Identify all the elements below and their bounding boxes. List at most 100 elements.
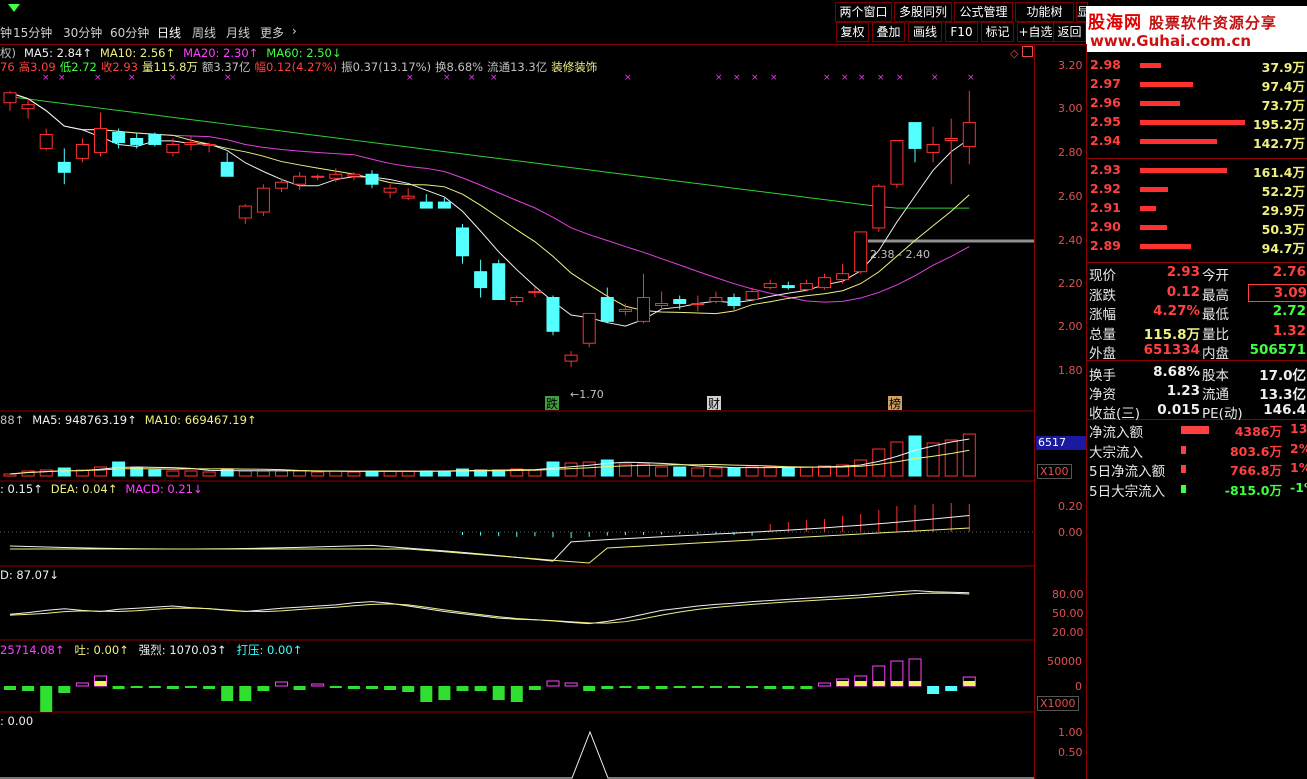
candle-body (329, 173, 343, 179)
ask-volume: 97.4万 (1261, 79, 1305, 94)
stat-value: 17.0亿 (1259, 368, 1306, 384)
signal-axis-label: 1.00 (1058, 726, 1083, 739)
ask-row[interactable]: 2.96 73.7万 (1090, 94, 1307, 113)
flow-bar-strong (872, 681, 885, 686)
ma60-line (9, 96, 970, 209)
candle-body (474, 271, 488, 289)
flow-bar-down (583, 686, 596, 691)
bid-row[interactable]: 2.90 50.3万 (1090, 218, 1307, 237)
timeframe-tab-7[interactable]: 更多 (260, 24, 284, 41)
candle-body (745, 291, 759, 301)
range-annotation: 2.38 - 2.40 (870, 248, 930, 261)
candle-body (437, 201, 451, 209)
flow-bar-down (257, 686, 270, 691)
candle-body (275, 181, 288, 189)
flow-bar-down (112, 686, 125, 689)
flow-bar-down (528, 686, 541, 690)
signal-legend: : 0.00 (0, 714, 41, 728)
flow-bar-down (203, 686, 216, 689)
lg-price-item-3: MA20: 2.30↑ (183, 46, 259, 60)
tool-button-3[interactable]: F10 (945, 22, 978, 42)
flow-bar-down (166, 686, 179, 689)
bid-price: 2.90 (1090, 219, 1121, 234)
stat-label: 涨跌 (1089, 287, 1116, 304)
ask-row[interactable]: 2.97 97.4万 (1090, 75, 1307, 94)
candle-body (799, 283, 813, 291)
stat-value: 506571 (1249, 342, 1306, 358)
timeframe-tab-2[interactable]: 30分钟 (63, 24, 102, 41)
candle-body (854, 231, 868, 273)
price-axis-label: 2.00 (1058, 320, 1083, 333)
tool-button-4[interactable]: 标记 (981, 22, 1014, 42)
stat-label: 股本 (1202, 368, 1229, 384)
flow-label: 大宗流入 (1089, 444, 1143, 461)
flow-bar-down (474, 686, 487, 691)
volume-bar (293, 470, 307, 477)
candle-body (238, 205, 252, 219)
ask-row[interactable]: 2.95 195.2万 (1090, 113, 1307, 132)
volume-bar (3, 473, 17, 477)
volume-bar (57, 467, 71, 477)
limit-marker: × (733, 73, 741, 83)
bid-row[interactable]: 2.93 161.4万 (1090, 161, 1307, 180)
candle-body (383, 187, 397, 193)
candle-body (872, 185, 886, 229)
timeframe-tab-8[interactable]: › (292, 24, 297, 38)
flow-bar-down (945, 686, 958, 691)
timeframe-tab-4[interactable]: 日线 (157, 24, 181, 41)
bid-volume: 161.4万 (1252, 165, 1305, 180)
menu-item-0[interactable]: 两个窗口 (835, 2, 892, 22)
menu-item-1[interactable]: 多股同列 (894, 2, 952, 22)
menu-arrow-icon[interactable] (8, 4, 20, 12)
limit-marker: × (751, 73, 759, 83)
stat-value: 13.3亿 (1259, 387, 1306, 403)
flow-bar-up (564, 682, 578, 687)
timeframe-tab-5[interactable]: 周线 (192, 24, 216, 41)
flow-bar-down (402, 686, 415, 692)
tool-button-5[interactable]: +自选 (1017, 22, 1054, 42)
restore-window-icon[interactable] (1022, 46, 1033, 57)
bid-row[interactable]: 2.91 29.9万 (1090, 199, 1307, 218)
candle-body (456, 227, 469, 257)
stat-value: 1.32 (1272, 322, 1306, 339)
timeframe-tab-1[interactable]: 15分钟 (13, 24, 52, 41)
candle-body (781, 285, 795, 289)
candle-body (419, 201, 433, 209)
flow-bar (1181, 465, 1186, 473)
tool-button-1[interactable]: 叠加 (872, 22, 905, 42)
candle-body (130, 138, 144, 145)
dea-line (10, 527, 970, 564)
ask-volume: 142.7万 (1252, 136, 1305, 151)
dif-line (9, 514, 970, 562)
price-info-line: 76 高3.09 低2.72 收2.93 量115.8万 额3.37亿 幅0.12(4.27… (0, 59, 601, 75)
timeframe-tab-6[interactable]: 月线 (226, 24, 250, 41)
menu-item-3[interactable]: 功能树 (1015, 2, 1074, 22)
flow-bar-up (275, 681, 288, 687)
stat-value: 115.8万 (1143, 326, 1200, 343)
timeframe-tab-0[interactable]: 钟 (0, 24, 12, 41)
tool-button-6[interactable]: 返回 (1053, 22, 1086, 42)
bid-volume-bar (1140, 244, 1191, 249)
tool-button-2[interactable]: 画线 (908, 22, 942, 42)
chart-area[interactable]: × × × × × × × × × × × × × × × × × × × × × ×←1.702.38 - 2.40跌财… (0, 44, 1086, 779)
tool-button-0[interactable]: 复权 (836, 22, 869, 42)
flow-bar-down (4, 686, 16, 690)
lg-flow-item-1: 吐: 0.00↑ (74, 643, 129, 657)
volume-bar (582, 461, 596, 477)
bid-row[interactable]: 2.89 94.7万 (1090, 237, 1307, 256)
flow-bar-down (22, 686, 35, 691)
flow-bar-down (800, 686, 813, 689)
timeframe-tab-3[interactable]: 60分钟 (110, 24, 149, 41)
stat-label: 最高 (1202, 287, 1229, 304)
menu-item-2[interactable]: 公式管理 (954, 2, 1013, 22)
ask-row[interactable]: 2.94 142.7万 (1090, 132, 1307, 151)
stat-label: 涨幅 (1089, 307, 1116, 323)
flow-bar-down (510, 686, 523, 702)
bid-row[interactable]: 2.92 52.2万 (1090, 180, 1307, 199)
diamond-icon[interactable]: ◇ (1010, 47, 1018, 60)
flow-bar-up (818, 682, 831, 687)
flow-bar-strong (890, 681, 903, 686)
flow-bar-down (384, 686, 397, 690)
ask-row[interactable]: 2.98 37.9万 (1090, 56, 1307, 75)
ask-price: 2.94 (1090, 133, 1121, 148)
